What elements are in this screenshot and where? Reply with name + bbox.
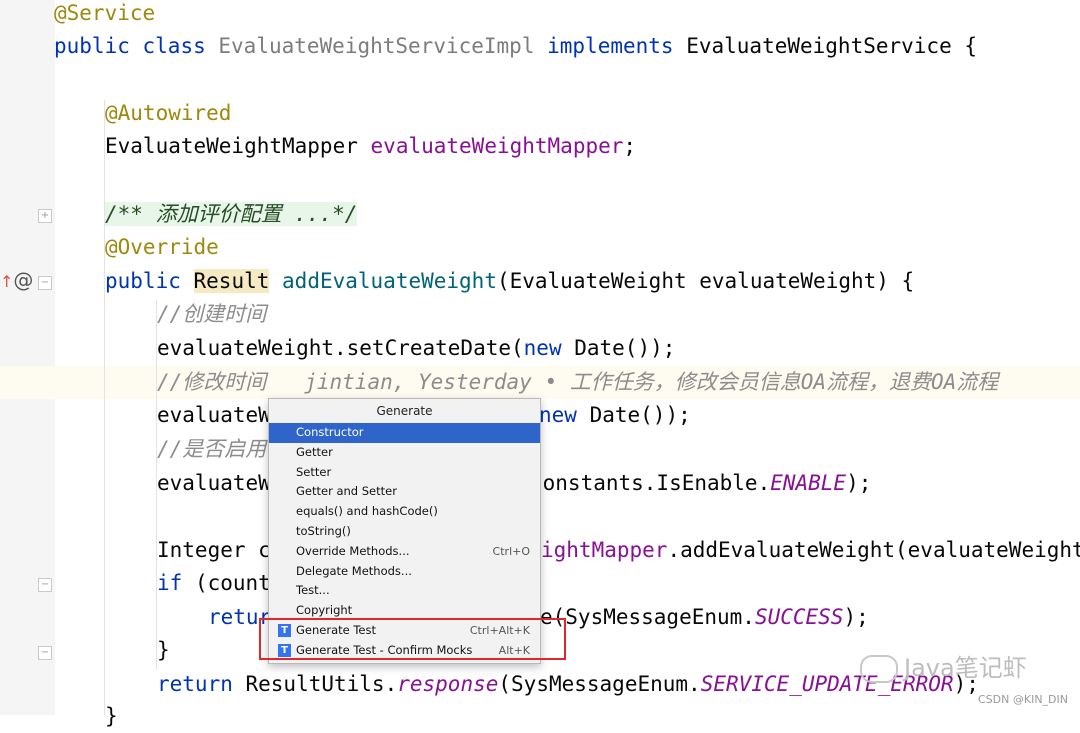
menu-item-constructor[interactable]: Constructor <box>269 423 540 443</box>
menu-item-test[interactable]: Test... <box>269 581 540 601</box>
menu-item-label: Copyright <box>296 603 353 618</box>
fold-collapse-icon[interactable]: − <box>38 578 52 592</box>
menu-item-label: Delegate Methods... <box>296 563 412 578</box>
menu-item-label: Setter <box>296 464 332 479</box>
code-line-10: //创建时间 <box>157 302 267 326</box>
popup-title: Generate <box>376 404 433 418</box>
csdn-credit: CSDN @KIN_DIN <box>978 693 1068 706</box>
code-line-8: @Override <box>105 235 219 259</box>
menu-item-label: Override Methods... <box>296 543 410 558</box>
code-line-11: evaluateWeight.setCreateDate(new Date())… <box>157 336 676 360</box>
menu-item-label: equals() and hashCode() <box>296 504 438 519</box>
menu-item-label: Test... <box>296 583 330 598</box>
collapsed-doc-comment: /** 添加评价配置 ...*/ <box>105 202 358 226</box>
code-line-13-tail: new Date()); <box>539 403 691 427</box>
git-blame-inlay: jintian, Yesterday • 工作任务，修改会员信息OA流程，退费O… <box>304 370 999 394</box>
arrow-up-icon: ↑ <box>0 272 14 291</box>
menu-item-label: Getter and Setter <box>296 484 397 499</box>
menu-item-setter[interactable]: Setter <box>269 463 540 483</box>
code-line-17-tail: ightMapper.addEvaluateWeight(evaluateWei… <box>541 538 1080 562</box>
menu-item-label: toString() <box>296 523 351 538</box>
code-line-4: @Autowired <box>105 101 232 125</box>
menu-item-label: Getter <box>296 444 333 459</box>
fold-collapse-icon[interactable]: − <box>38 276 52 290</box>
fold-expand-icon[interactable]: + <box>38 209 52 223</box>
code-line-15: evaluateW <box>157 471 271 495</box>
code-line-5: EvaluateWeightMapper evaluateWeightMappe… <box>105 134 637 158</box>
indent-guide <box>104 100 105 715</box>
code-line-19-tail: e(SysMessageEnum.SUCCESS); <box>540 605 869 629</box>
menu-item-getter-and-setter[interactable]: Getter and Setter <box>269 482 540 502</box>
override-gutter-icon[interactable]: ↑@ <box>0 268 33 292</box>
menu-item-delegate-methods[interactable]: Delegate Methods... <box>269 562 540 582</box>
menu-item-getter[interactable]: Getter <box>269 443 540 463</box>
code-line-22: } <box>105 704 118 728</box>
code-line-20: } <box>157 638 170 662</box>
menu-item-equals-and-hashcode[interactable]: equals() and hashCode() <box>269 502 540 522</box>
highlight-annotation-box <box>259 618 566 660</box>
menu-item-tostring[interactable]: toString() <box>269 522 540 542</box>
code-line-15-tail: Constants.IsEnable.ENABLE); <box>530 471 872 495</box>
menu-item-override-methods[interactable]: Override Methods... Ctrl+O <box>269 542 540 562</box>
code-line-12: //修改时间 jintian, Yesterday • 工作任务，修改会员信息O… <box>157 370 999 394</box>
code-line-18: if (count <box>157 571 271 595</box>
code-line-17: Integer c <box>157 538 271 562</box>
code-line-14: //是否启用 <box>157 437 267 461</box>
editor-gutter <box>0 0 55 715</box>
fold-collapse-icon[interactable]: − <box>38 646 52 660</box>
code-line-21: return ResultUtils.response(SysMessageEn… <box>157 672 979 696</box>
watermark: Java笔记虾 <box>860 648 1027 683</box>
code-line-13: evaluateW <box>157 403 271 427</box>
menu-item-label: Constructor <box>296 425 364 439</box>
menu-item-shortcut: Ctrl+O <box>492 544 530 558</box>
wechat-icon <box>860 655 898 683</box>
code-line-7[interactable]: /** 添加评价配置 ...*/ <box>105 198 358 231</box>
code-line-9: public Result addEvaluateWeight(Evaluate… <box>105 269 915 293</box>
code-line-2: public class EvaluateWeightServiceImpl i… <box>54 34 978 58</box>
code-line-1: @Service <box>54 1 156 25</box>
